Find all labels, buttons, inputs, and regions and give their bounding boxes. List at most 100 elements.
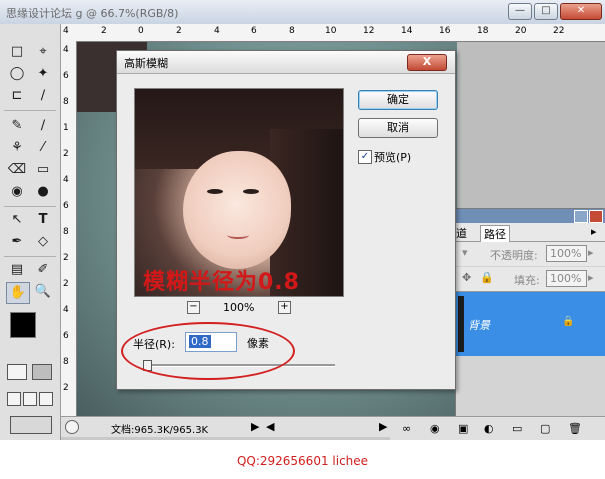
marquee-tool-icon[interactable]: □ <box>6 42 28 62</box>
preview-eye <box>243 189 259 194</box>
scroll-left-icon[interactable]: ◀ <box>266 420 274 433</box>
vertical-ruler[interactable]: 4 6 8 1 2 4 6 8 2 2 4 6 8 2 <box>61 41 77 416</box>
shape-tool-icon[interactable]: ◇ <box>32 232 54 252</box>
ruler-label: 18 <box>477 26 489 36</box>
full-screen-menu-icon[interactable] <box>23 392 37 406</box>
ruler-label: 4 <box>63 305 69 315</box>
fill-dropdown-icon[interactable]: ▸ <box>588 271 594 284</box>
gaussian-blur-dialog: 高斯模糊 X 模糊半径为0.8 确定 取消 ✓ 预览(P) − 100% + 半… <box>116 50 456 390</box>
ruler-label: 2 <box>63 383 69 393</box>
opacity-label: 不透明度: <box>490 249 538 262</box>
zoom-level: 100% <box>223 301 255 314</box>
slice-tool-icon[interactable]: ∕ <box>32 86 54 106</box>
ruler-label: 2 <box>63 253 69 263</box>
close-button[interactable]: ✕ <box>560 3 602 20</box>
tab-paths[interactable]: 路径 <box>480 225 510 242</box>
scroll-right-icon[interactable]: ▶ <box>379 420 387 433</box>
standard-mode-icon[interactable] <box>7 364 27 380</box>
delete-layer-icon[interactable]: 🗑 <box>568 422 582 435</box>
palette-menu-icon[interactable]: ▸ <box>591 225 597 238</box>
zoom-in-button[interactable]: + <box>278 301 291 314</box>
photoshop-window: 思缘设计论坛 g @ 66.7%(RGB/8) — □ ✕ □ ⌖ ◯ ✦ ⊏ … <box>0 0 605 440</box>
gradient-tool-icon[interactable]: ▭ <box>32 160 54 180</box>
foreground-color-swatch[interactable] <box>10 312 36 338</box>
blend-options-row: ▾ 不透明度: 100% ▸ <box>456 242 605 266</box>
quick-mask-icon[interactable] <box>32 364 52 380</box>
crop-tool-icon[interactable]: ⊏ <box>6 86 28 106</box>
adjustment-layer-icon[interactable]: ◐ <box>484 422 494 435</box>
ruler-label: 6 <box>63 71 69 81</box>
layers-tabs: 道 路径 ▸ <box>456 223 605 242</box>
zoom-out-button[interactable]: − <box>187 301 200 314</box>
blur-tool-icon[interactable]: ◉ <box>6 182 28 202</box>
opacity-input[interactable]: 100% <box>546 245 587 262</box>
blend-mode-dropdown-icon[interactable]: ▾ <box>462 246 468 259</box>
brush-tool-icon[interactable]: ∕ <box>32 116 54 136</box>
fill-input[interactable]: 100% <box>546 270 587 287</box>
maximize-button[interactable]: □ <box>534 3 558 20</box>
preview-face <box>183 151 291 269</box>
magic-wand-icon[interactable]: ✦ <box>32 64 54 84</box>
ruler-label: 4 <box>63 175 69 185</box>
layer-style-icon[interactable]: ◉ <box>430 422 440 435</box>
blur-preview[interactable]: 模糊半径为0.8 <box>134 88 344 297</box>
minimize-button[interactable]: — <box>508 3 532 20</box>
type-tool-icon[interactable]: T <box>32 210 54 230</box>
new-layer-icon[interactable]: ▢ <box>540 422 550 435</box>
history-brush-icon[interactable]: ⁄ <box>32 138 54 158</box>
ruler-label: 8 <box>63 357 69 367</box>
status-info-icon[interactable] <box>65 420 79 434</box>
document-size: 文档:965.3K/965.3K <box>111 425 209 436</box>
annotation-text: 模糊半径为0.8 <box>143 270 300 295</box>
layers-palette: 道 路径 ▸ ▾ 不透明度: 100% ▸ ✥ 🔒 填充: 100% ▸ 背景 … <box>455 208 605 418</box>
ok-button[interactable]: 确定 <box>358 90 438 110</box>
palette-close-icon[interactable] <box>589 210 603 223</box>
preview-checkbox[interactable]: ✓ <box>358 150 372 164</box>
palette-minimize-icon[interactable] <box>574 210 588 223</box>
link-layers-icon[interactable]: ∞ <box>402 422 411 435</box>
eyedropper-icon[interactable]: ✐ <box>32 260 54 280</box>
move-lock-icon[interactable]: ✥ <box>462 271 471 284</box>
status-menu-arrow-icon[interactable]: ▶ <box>251 420 259 433</box>
jump-to-imageready-icon[interactable] <box>10 416 52 434</box>
cancel-button[interactable]: 取消 <box>358 118 438 138</box>
ruler-label: 2 <box>101 26 107 36</box>
lock-all-icon[interactable]: 🔒 <box>480 271 494 284</box>
ruler-label: 4 <box>63 45 69 55</box>
ruler-label: 1 <box>63 123 69 133</box>
opacity-dropdown-icon[interactable]: ▸ <box>588 246 594 259</box>
ruler-label: 6 <box>251 26 257 36</box>
zoom-tool-icon[interactable]: 🔍 <box>32 282 54 302</box>
full-screen-icon[interactable] <box>39 392 53 406</box>
hand-tool-icon[interactable]: ✋ <box>6 282 30 304</box>
path-selection-icon[interactable]: ↖ <box>6 210 28 230</box>
healing-brush-icon[interactable]: ✎ <box>6 116 28 136</box>
lasso-tool-icon[interactable]: ◯ <box>6 64 28 84</box>
title-bar: 思缘设计论坛 g @ 66.7%(RGB/8) — □ ✕ <box>0 0 605 25</box>
preview-mouth <box>227 231 249 239</box>
ruler-label: 4 <box>63 26 69 36</box>
dialog-title: 高斯模糊 <box>124 57 168 70</box>
ruler-label: 2 <box>176 26 182 36</box>
layer-thumbnail <box>458 296 464 352</box>
pen-tool-icon[interactable]: ✒ <box>6 232 28 252</box>
dodge-tool-icon[interactable]: ● <box>32 182 54 202</box>
dialog-close-button[interactable]: X <box>407 54 447 71</box>
fill-label: 填充: <box>514 274 540 287</box>
ruler-label: 20 <box>515 26 527 36</box>
toolbox-divider <box>4 206 56 207</box>
notes-tool-icon[interactable]: ▤ <box>6 260 28 280</box>
preview-checkbox-label: 预览(P) <box>374 151 412 164</box>
new-group-icon[interactable]: ▭ <box>512 422 522 435</box>
dialog-title-bar[interactable]: 高斯模糊 X <box>117 51 455 74</box>
move-tool-icon[interactable]: ⌖ <box>32 42 54 62</box>
clone-stamp-icon[interactable]: ⚘ <box>6 138 28 158</box>
eraser-tool-icon[interactable]: ⌫ <box>6 160 28 180</box>
layers-palette-header[interactable] <box>456 209 605 223</box>
layers-bottom-toolbar: ∞ ◉ ▣ ◐ ▭ ▢ 🗑 <box>390 416 605 440</box>
layer-mask-icon[interactable]: ▣ <box>458 422 468 435</box>
layer-row-background[interactable]: 背景 🔒 <box>456 292 605 356</box>
horizontal-ruler[interactable]: 4 2 0 2 4 6 8 10 12 14 16 18 20 22 <box>61 24 605 42</box>
tab-channels[interactable]: 道 <box>456 225 467 241</box>
screen-mode-icon[interactable] <box>7 392 21 406</box>
